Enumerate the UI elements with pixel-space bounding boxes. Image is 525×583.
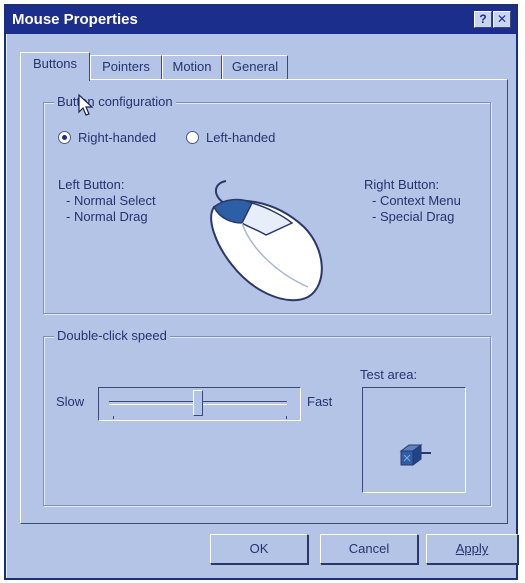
left-button-item: - Normal Select [66, 193, 156, 208]
test-area[interactable] [362, 387, 466, 493]
right-button-item: - Special Drag [372, 209, 455, 224]
window-title: Mouse Properties [12, 11, 138, 28]
right-handed-label: Right-handed [78, 130, 157, 145]
jack-in-the-box-icon[interactable] [399, 441, 433, 467]
mouse-properties-dialog: Mouse Properties ? ✕ Buttons Pointers Mo… [4, 4, 518, 580]
tab-buttons[interactable]: Buttons [20, 52, 90, 81]
right-button-description: Right Button: - Context Menu - Special D… [364, 177, 461, 225]
buttons-tab-panel: Button configuration Right-handed Left-h… [20, 79, 508, 524]
tab-pointers[interactable]: Pointers [90, 55, 162, 79]
title-bar[interactable]: Mouse Properties ? ✕ [6, 6, 516, 34]
double-click-speed-group: Double-click speed Slow Fast Test area: [43, 328, 491, 506]
radio-unchecked-icon[interactable] [186, 131, 199, 144]
slider-tick [286, 416, 287, 419]
button-configuration-group: Button configuration Right-handed Left-h… [43, 94, 491, 314]
mouse-pointer-icon [78, 94, 94, 116]
cancel-button[interactable]: Cancel [320, 534, 418, 564]
double-click-speed-title: Double-click speed [54, 328, 170, 344]
help-button[interactable]: ? [474, 11, 492, 28]
tab-general[interactable]: General [222, 55, 288, 79]
apply-button[interactable]: Apply [426, 534, 518, 564]
ok-button[interactable]: OK [210, 534, 308, 564]
slow-label: Slow [56, 394, 85, 409]
right-button-heading: Right Button: [364, 177, 440, 192]
double-click-speed-slider[interactable] [98, 387, 301, 421]
tab-motion[interactable]: Motion [162, 55, 222, 79]
left-button-description: Left Button: - Normal Select - Normal Dr… [58, 177, 156, 225]
fast-label: Fast [307, 394, 333, 409]
radio-checked-icon[interactable] [58, 131, 71, 144]
test-area-label: Test area: [360, 367, 418, 382]
slider-tick [113, 416, 114, 419]
left-button-heading: Left Button: [58, 177, 125, 192]
button-configuration-title: Button configuration [54, 94, 176, 110]
close-button[interactable]: ✕ [493, 11, 511, 28]
mouse-illustration-icon [210, 180, 323, 302]
left-button-item: - Normal Drag [66, 209, 148, 224]
left-handed-label: Left-handed [206, 130, 276, 145]
right-button-item: - Context Menu [372, 193, 461, 208]
slider-thumb[interactable] [193, 390, 203, 416]
